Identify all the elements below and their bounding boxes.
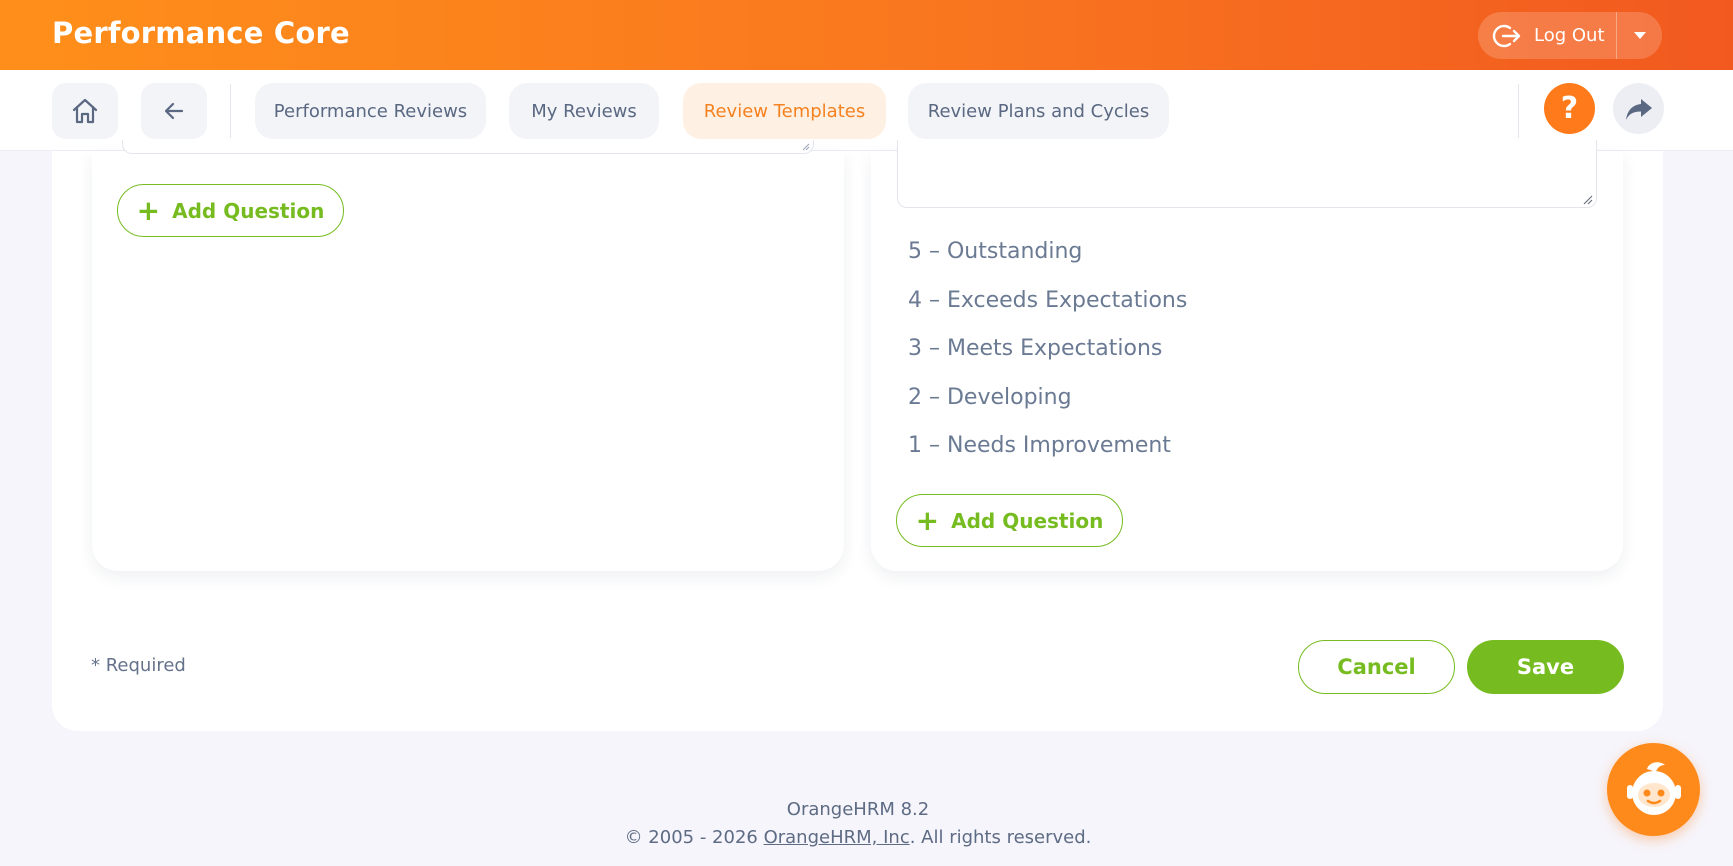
logout-group: Log Out xyxy=(1478,12,1662,59)
user-menu-dropdown[interactable] xyxy=(1617,12,1662,59)
add-question-label: Add Question xyxy=(951,508,1104,533)
question-textarea[interactable] xyxy=(122,140,814,154)
rating-scale-item: 4 – Exceeds Expectations xyxy=(908,287,1188,313)
add-question-button[interactable]: + Add Question xyxy=(896,494,1123,547)
footer-version: OrangeHRM 8.2 xyxy=(786,799,930,820)
footer-copyright: © 2005 - 2026 OrangeHRM, Inc. All rights… xyxy=(0,824,1716,852)
top-navigation: Performance Reviews My Reviews Review Te… xyxy=(0,70,1733,151)
rating-scale-item: 2 – Developing xyxy=(908,384,1072,410)
footer: OrangeHRM 8.2 © 2005 - 2026 OrangeHRM, I… xyxy=(0,796,1716,852)
robot-assistant-icon xyxy=(1626,761,1681,815)
back-button[interactable] xyxy=(141,83,207,139)
share-button[interactable] xyxy=(1613,83,1664,134)
resize-handle-icon xyxy=(802,143,810,151)
copyright-prefix: © 2005 - 2026 xyxy=(624,827,764,848)
tab-review-plans-and-cycles[interactable]: Review Plans and Cycles xyxy=(908,83,1169,139)
tab-performance-reviews[interactable]: Performance Reviews xyxy=(255,83,486,139)
home-button[interactable] xyxy=(52,83,118,139)
tab-my-reviews[interactable]: My Reviews xyxy=(509,83,659,139)
add-question-button[interactable]: + Add Question xyxy=(117,184,344,237)
plus-icon: + xyxy=(136,193,161,227)
company-link[interactable]: OrangeHRM, Inc xyxy=(764,827,910,848)
add-question-label: Add Question xyxy=(172,198,325,223)
arrow-left-icon xyxy=(164,102,184,120)
chatbot-button[interactable] xyxy=(1607,743,1700,836)
logout-icon xyxy=(1492,24,1521,47)
logout-button[interactable]: Log Out xyxy=(1478,12,1616,59)
resize-handle-icon xyxy=(1583,195,1593,205)
top-header: Performance Core Log Out xyxy=(0,0,1733,70)
app-title: Performance Core xyxy=(52,16,350,50)
save-button[interactable]: Save xyxy=(1467,640,1624,694)
tab-review-templates[interactable]: Review Templates xyxy=(683,83,886,139)
chevron-down-icon xyxy=(1633,32,1646,39)
nav-divider xyxy=(1518,84,1519,138)
rating-scale-item: 1 – Needs Improvement xyxy=(908,433,1171,458)
question-textarea[interactable] xyxy=(897,140,1597,208)
nav-divider xyxy=(230,84,231,138)
logout-label: Log Out xyxy=(1534,25,1605,46)
help-button[interactable]: ? xyxy=(1544,83,1595,134)
plus-icon: + xyxy=(915,503,940,537)
required-note: * Required xyxy=(91,655,186,676)
home-icon xyxy=(72,98,98,124)
share-icon xyxy=(1625,98,1652,120)
rating-scale-list: 5 – Outstanding 4 – Exceeds Expectations… xyxy=(908,234,1187,477)
question-mark-icon: ? xyxy=(1560,91,1579,126)
rating-scale-item: 5 – Outstanding xyxy=(908,239,1083,264)
cancel-button[interactable]: Cancel xyxy=(1298,640,1455,694)
rating-scale-item: 3 – Meets Expectations xyxy=(908,336,1163,361)
copyright-suffix: . All rights reserved. xyxy=(909,827,1092,848)
